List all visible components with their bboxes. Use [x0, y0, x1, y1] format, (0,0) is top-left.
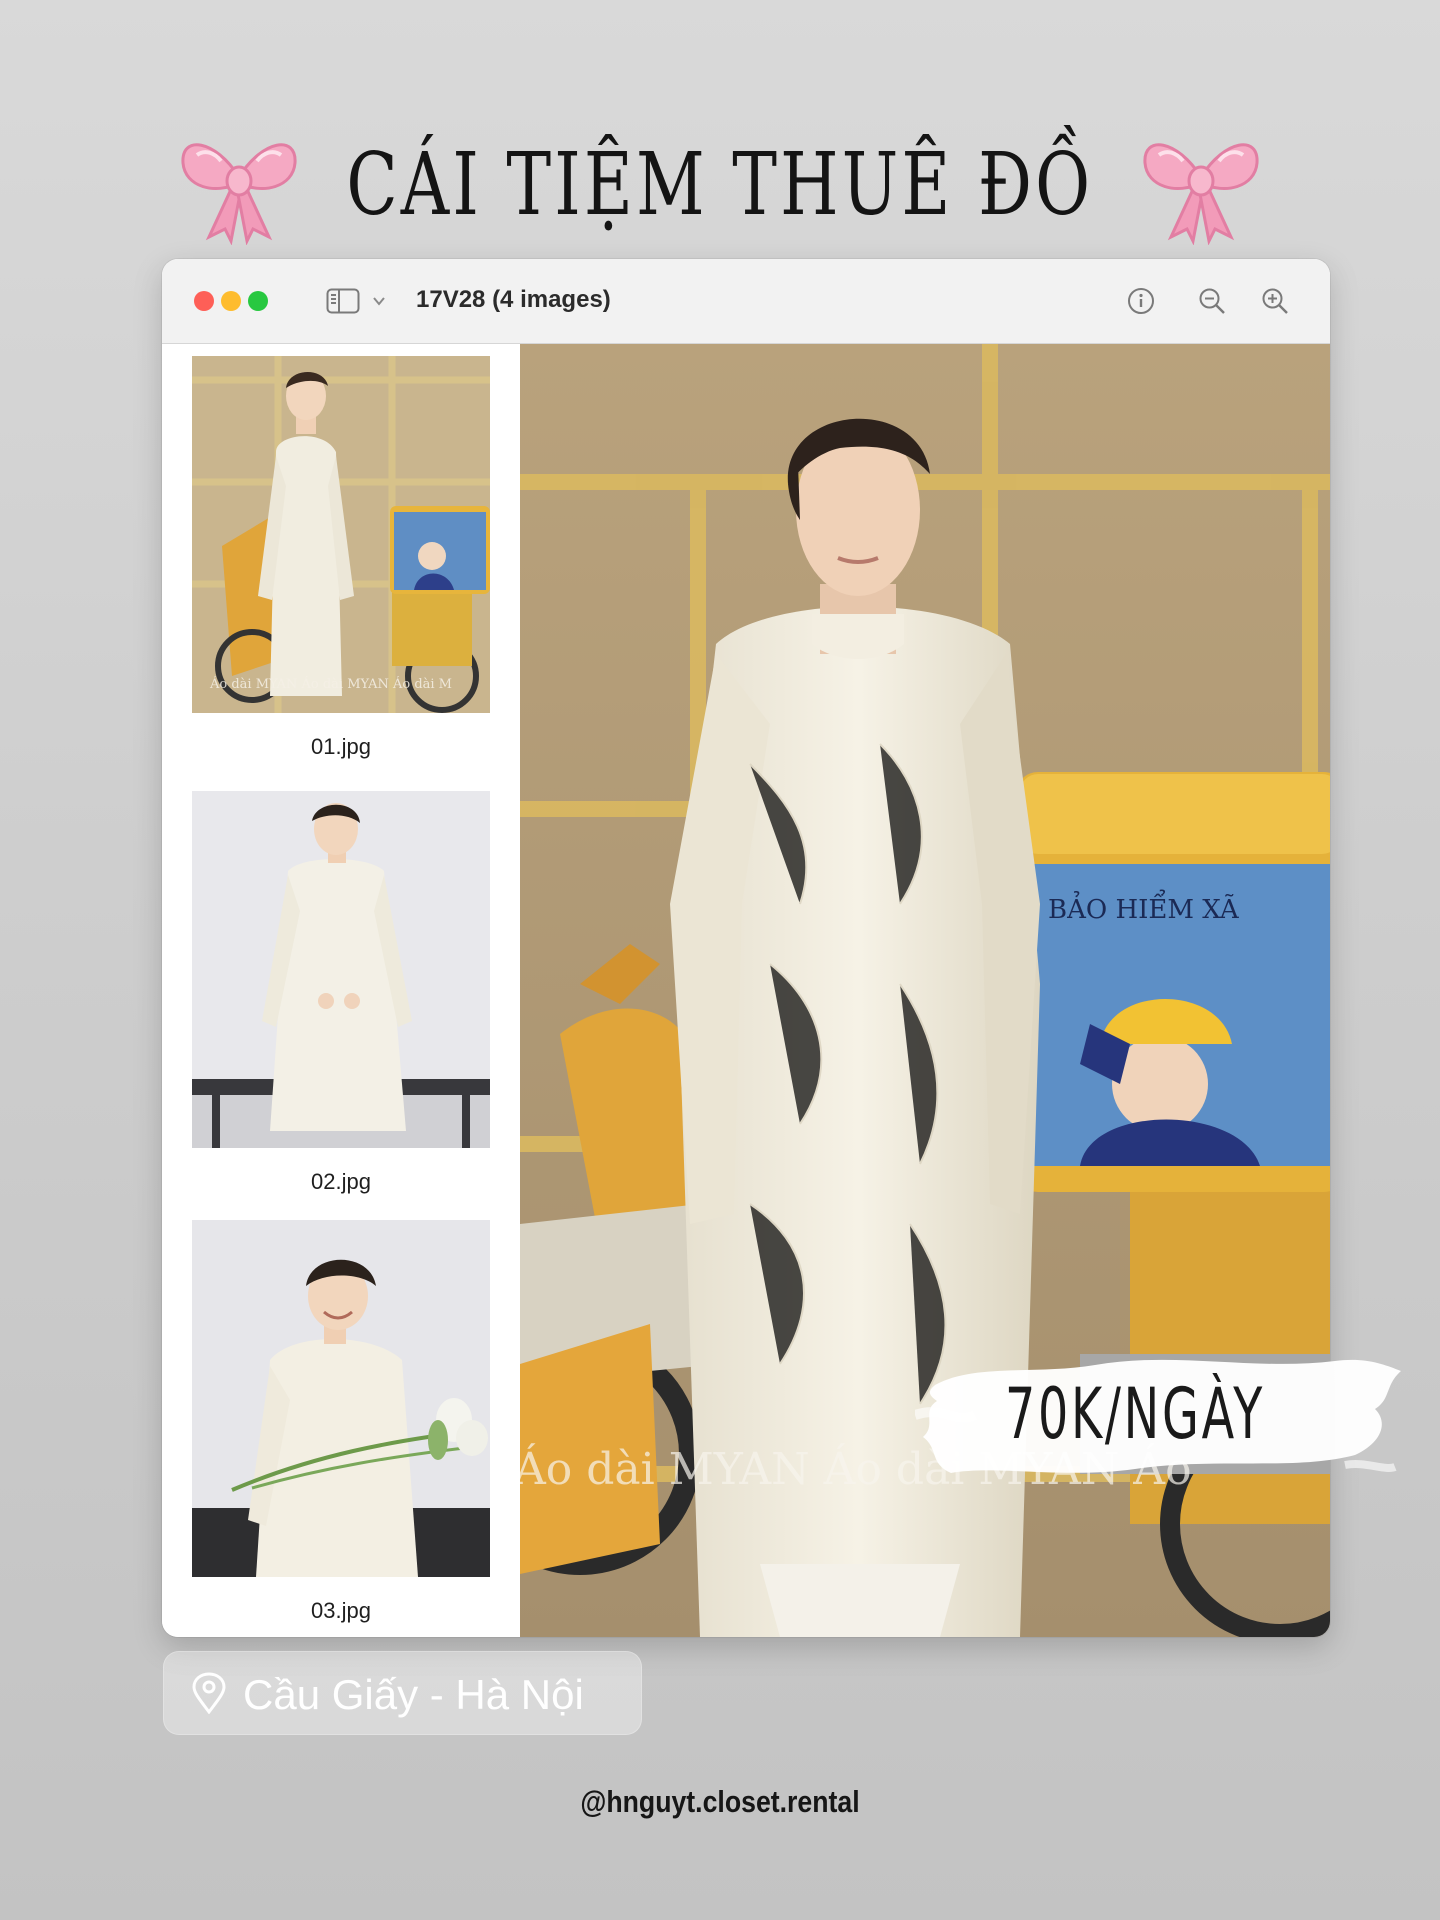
map-pin-icon — [192, 1672, 226, 1714]
sidebar-icon[interactable] — [326, 288, 360, 314]
window-titlebar[interactable]: 17V28 (4 images) — [162, 259, 1330, 344]
location-badge: Cầu Giấy - Hà Nội — [163, 1651, 642, 1735]
thumbnail-image[interactable] — [192, 791, 490, 1148]
zoom-button[interactable] — [248, 291, 268, 311]
minimize-button[interactable] — [221, 291, 241, 311]
zoom-in-icon[interactable] — [1260, 286, 1290, 316]
page-title: CÁI TIỆM THUÊ ĐỒ — [346, 135, 1094, 235]
thumbnail-item[interactable]: 02.jpg — [192, 791, 490, 1195]
thumbnail-sidebar: Áo dài MYAN Áo dài MYAN Áo dài M 01.jpg — [162, 344, 520, 1637]
thumbnail-label: 01.jpg — [311, 734, 371, 759]
bow-icon — [181, 143, 297, 245]
thumb-watermark: Áo dài MYAN Áo dài MYAN Áo dài M — [209, 676, 452, 692]
info-icon[interactable] — [1126, 286, 1156, 316]
price-label: 70K/NGÀY — [1004, 1373, 1266, 1455]
header: CÁI TIỆM THUÊ ĐỒ — [0, 110, 1440, 260]
window-title: 17V28 (4 images) — [416, 286, 611, 313]
thumbnail-label: 03.jpg — [311, 1598, 371, 1623]
zoom-out-icon[interactable] — [1197, 286, 1227, 316]
social-handle: @hnguyt.closet.rental — [580, 1784, 860, 1819]
bow-icon — [1143, 143, 1259, 245]
thumbnail-item[interactable]: Áo dài MYAN Áo dài MYAN Áo dài M 01.jpg — [192, 356, 490, 760]
price-tag: 70K/NGÀY — [915, 1345, 1405, 1485]
thumbnail-item[interactable]: 03.jpg — [192, 1220, 490, 1624]
close-button[interactable] — [194, 291, 214, 311]
thumbnail-image[interactable]: Áo dài MYAN Áo dài MYAN Áo dài M — [192, 356, 490, 713]
box-label: BẢO HIỂM XÃ — [1048, 889, 1240, 925]
thumbnail-label: 02.jpg — [311, 1169, 371, 1194]
thumbnail-image[interactable] — [192, 1220, 490, 1577]
chevron-down-icon[interactable] — [372, 295, 386, 307]
location-text: Cầu Giấy - Hà Nội — [243, 1671, 584, 1718]
